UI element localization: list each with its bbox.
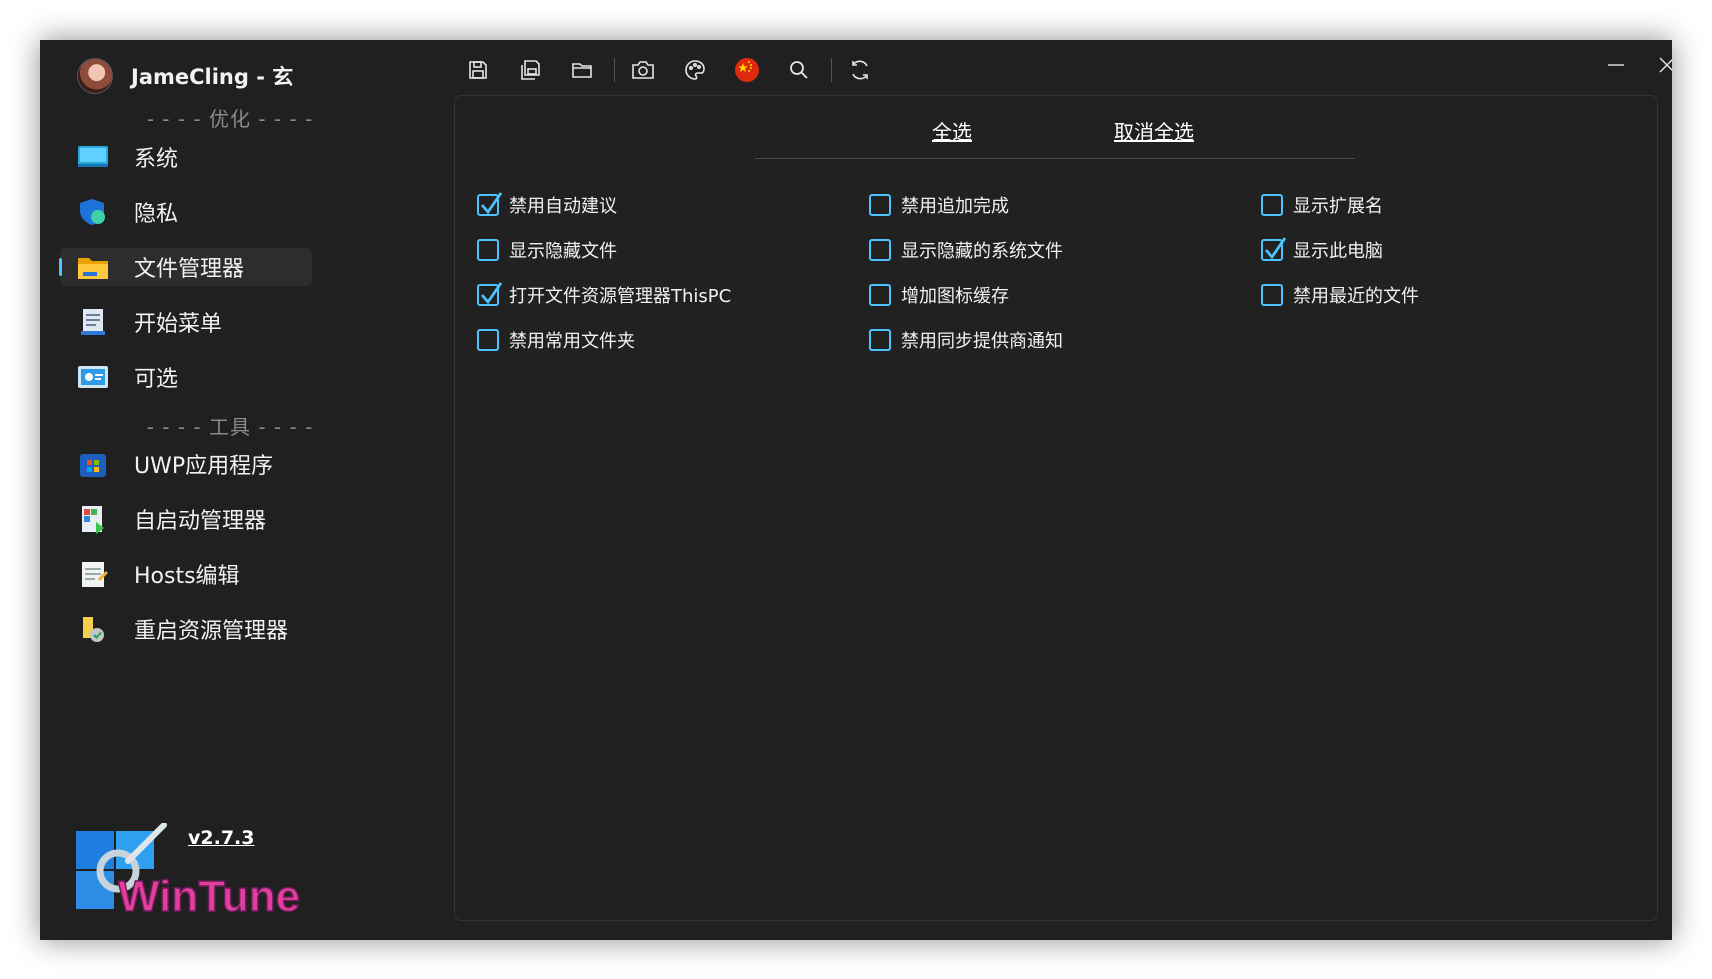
- option-label: 禁用自动建议: [509, 196, 617, 217]
- sidebar-item-label: 可选: [134, 367, 179, 392]
- option-label: 增加图标缓存: [901, 286, 1009, 307]
- refresh-icon[interactable]: [840, 52, 880, 88]
- minimize-button[interactable]: [1593, 48, 1639, 82]
- option-label: 显示扩展名: [1293, 196, 1383, 217]
- sidebar-item-label: 系统: [134, 147, 179, 172]
- checkbox[interactable]: [1261, 194, 1283, 216]
- option-checkbox[interactable]: 禁用常用文件夹: [477, 325, 635, 355]
- search-icon[interactable]: [779, 52, 819, 88]
- save-icon[interactable]: [458, 52, 498, 88]
- option-checkbox[interactable]: 显示扩展名: [1261, 190, 1383, 220]
- option-label: 禁用追加完成: [901, 196, 1009, 217]
- minimize-icon: [1608, 64, 1624, 66]
- header-divider: [755, 158, 1355, 159]
- sidebar-item-privacy[interactable]: 隐私: [60, 193, 312, 231]
- user-profile[interactable]: JameCling - 玄: [77, 58, 293, 94]
- option-checkbox[interactable]: 禁用追加完成: [869, 190, 1009, 220]
- start-menu-icon: [76, 308, 110, 336]
- checkbox[interactable]: [869, 194, 891, 216]
- option-label: 显示此电脑: [1293, 241, 1383, 262]
- app-window: JameCling - 玄 - - - - 优化 - - - - 系统 隐私 文…: [40, 40, 1672, 940]
- select-all-button[interactable]: 全选: [932, 116, 972, 145]
- checkbox[interactable]: [1261, 284, 1283, 306]
- sidebar-item-label: 开始菜单: [134, 312, 223, 337]
- sidebar-item-label: 隐私: [134, 202, 179, 227]
- privacy-shield-icon: [76, 198, 110, 226]
- checkbox[interactable]: [477, 192, 503, 216]
- system-monitor-icon: [76, 143, 110, 171]
- sidebar-item-restart-explorer[interactable]: 重启资源管理器: [60, 610, 312, 648]
- save-all-icon[interactable]: [510, 52, 550, 88]
- option-label: 显示隐藏的系统文件: [901, 241, 1063, 262]
- sidebar-item-label: 文件管理器: [134, 257, 245, 282]
- option-checkbox[interactable]: 打开文件资源管理器ThisPC: [477, 280, 731, 310]
- open-folder-icon[interactable]: [562, 52, 602, 88]
- sidebar-item-startup-manager[interactable]: 自启动管理器: [60, 500, 312, 538]
- option-checkbox[interactable]: 显示隐藏文件: [477, 235, 617, 265]
- checkmark-icon: [480, 192, 503, 215]
- sidebar-item-start-menu[interactable]: 开始菜单: [60, 303, 312, 341]
- avatar: [77, 58, 113, 94]
- option-label: 禁用常用文件夹: [509, 331, 635, 352]
- folder-icon: [76, 253, 110, 281]
- logo-wordmark: WinTune: [118, 872, 300, 921]
- section-header-tools: - - - - 工具 - - - -: [146, 415, 314, 439]
- sidebar-item-label: UWP应用程序: [134, 454, 274, 479]
- toolbar-separator: [831, 58, 832, 82]
- version-link[interactable]: v2.7.3: [188, 827, 254, 849]
- settings-panel: 全选 取消全选 禁用自动建议 禁用追加完成 显示扩展名 显示隐藏文件 显示隐藏的…: [454, 95, 1658, 921]
- china-flag-icon[interactable]: [727, 52, 767, 88]
- startup-manager-icon: [76, 505, 110, 534]
- toolbar: [458, 50, 892, 90]
- sidebar-item-label: 重启资源管理器: [134, 619, 289, 644]
- palette-icon[interactable]: [675, 52, 715, 88]
- profile-name: JameCling - 玄: [131, 65, 294, 89]
- option-checkbox[interactable]: 禁用自动建议: [477, 190, 617, 220]
- sidebar-item-system[interactable]: 系统: [60, 138, 312, 176]
- option-label: 禁用最近的文件: [1293, 286, 1419, 307]
- close-button[interactable]: [1644, 48, 1672, 82]
- option-checkbox[interactable]: 禁用同步提供商通知: [869, 325, 1063, 355]
- sidebar-item-file-manager[interactable]: 文件管理器: [59, 248, 312, 286]
- checkbox[interactable]: [477, 282, 503, 306]
- sidebar-item-label: 自启动管理器: [134, 509, 267, 534]
- checkmark-icon: [1264, 237, 1287, 260]
- section-header-optimize: - - - - 优化 - - - -: [146, 107, 314, 131]
- store-app-icon: [76, 450, 110, 478]
- checkbox[interactable]: [869, 284, 891, 306]
- checkbox[interactable]: [869, 329, 891, 351]
- option-checkbox[interactable]: 显示此电脑: [1261, 235, 1383, 265]
- checkbox[interactable]: [477, 329, 499, 351]
- restart-explorer-icon: [76, 615, 110, 643]
- checkmark-icon: [480, 282, 503, 305]
- optional-features-icon: [76, 363, 110, 391]
- camera-icon[interactable]: [623, 52, 663, 88]
- close-icon: [1659, 57, 1672, 73]
- checkbox[interactable]: [869, 239, 891, 261]
- sidebar-item-hosts-editor[interactable]: Hosts编辑: [60, 555, 312, 593]
- option-checkbox[interactable]: 增加图标缓存: [869, 280, 1009, 310]
- deselect-all-button[interactable]: 取消全选: [1114, 116, 1194, 145]
- toolbar-separator: [614, 58, 615, 82]
- option-label: 显示隐藏文件: [509, 241, 617, 262]
- checkbox[interactable]: [1261, 237, 1287, 261]
- option-label: 打开文件资源管理器ThisPC: [509, 286, 732, 307]
- option-checkbox[interactable]: 禁用最近的文件: [1261, 280, 1419, 310]
- option-label: 禁用同步提供商通知: [901, 331, 1063, 352]
- option-checkbox[interactable]: 显示隐藏的系统文件: [869, 235, 1063, 265]
- checkbox[interactable]: [477, 239, 499, 261]
- sidebar-item-uwp-apps[interactable]: UWP应用程序: [60, 445, 312, 483]
- hosts-notepad-icon: [76, 560, 110, 588]
- sidebar-item-optional[interactable]: 可选: [60, 358, 312, 396]
- sidebar-item-label: Hosts编辑: [134, 564, 240, 589]
